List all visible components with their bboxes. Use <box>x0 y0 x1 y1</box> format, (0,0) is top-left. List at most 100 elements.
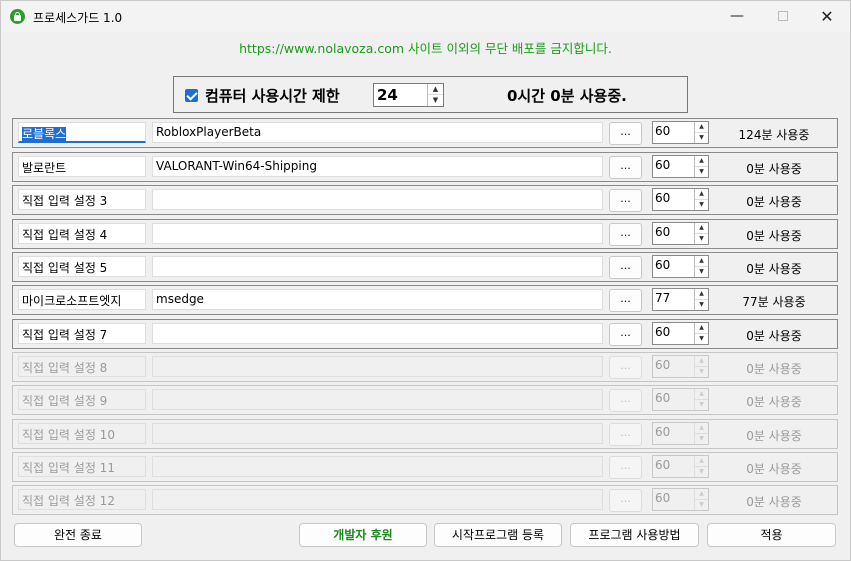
process-row: 발로란트 VALORANT-Win64-Shipping... 60 ▲ ▼ 0분 사용중 <box>12 152 838 182</box>
hours-stepper[interactable]: 24 ▲ ▼ <box>373 83 444 107</box>
minutes-up-arrow-icon: ▲ <box>695 423 708 434</box>
minutes-stepper[interactable]: 60 ▲ ▼ <box>652 322 709 345</box>
minutes-down-arrow-icon[interactable]: ▼ <box>695 267 708 278</box>
maximize-icon <box>778 11 788 21</box>
process-name-input <box>152 389 603 410</box>
developer-support-button[interactable]: 개발자 후원 <box>299 523 427 547</box>
minutes-value: 60 <box>655 358 671 372</box>
process-row: 직접 입력 설정 11... 60 ▲ ▼ 0분 사용중 <box>12 452 838 482</box>
process-row: 직접 입력 설정 8... 60 ▲ ▼ 0분 사용중 <box>12 352 838 382</box>
browse-button[interactable]: ... <box>609 122 642 145</box>
process-name-input[interactable] <box>152 323 603 344</box>
display-name-input[interactable]: 마이크로소프트엣지 <box>18 289 146 310</box>
minutes-stepper[interactable]: 60 ▲ ▼ <box>652 255 709 278</box>
minutes-stepper[interactable]: 60 ▲ ▼ <box>652 222 709 245</box>
browse-button[interactable]: ... <box>609 256 642 279</box>
process-name-input[interactable]: VALORANT-Win64-Shipping <box>152 156 603 177</box>
minutes-value[interactable]: 77 <box>655 291 670 305</box>
minutes-stepper[interactable]: 60 ▲ ▼ <box>652 188 709 211</box>
display-name-input[interactable]: 직접 입력 설정 7 <box>18 323 146 344</box>
distribution-notice: https://www.nolavoza.com 사이트 이외의 무단 배포를 … <box>239 41 612 56</box>
minutes-down-arrow-icon[interactable]: ▼ <box>695 300 708 311</box>
minutes-stepper: 60 ▲ ▼ <box>652 388 709 411</box>
time-limit-checkbox[interactable] <box>185 89 198 102</box>
browse-button: ... <box>609 489 642 512</box>
how-to-use-button[interactable]: 프로그램 사용방법 <box>570 523 699 547</box>
process-row: 직접 입력 설정 5... 60 ▲ ▼ 0분 사용중 <box>12 252 838 282</box>
process-row: 직접 입력 설정 12... 60 ▲ ▼ 0분 사용중 <box>12 485 838 515</box>
browse-button[interactable]: ... <box>609 156 642 179</box>
minutes-stepper: 60 ▲ ▼ <box>652 488 709 511</box>
process-name-input[interactable]: RobloxPlayerBeta <box>152 122 603 143</box>
process-row: 로블록스 RobloxPlayerBeta... 60 ▲ ▼ 124분 사용중 <box>12 118 838 148</box>
minutes-down-arrow-icon[interactable]: ▼ <box>695 200 708 211</box>
display-name-input[interactable]: 직접 입력 설정 3 <box>18 189 146 210</box>
browse-button[interactable]: ... <box>609 289 642 312</box>
minutes-stepper: 60 ▲ ▼ <box>652 455 709 478</box>
hours-value[interactable]: 24 <box>377 86 398 104</box>
minutes-up-arrow-icon[interactable]: ▲ <box>695 289 708 300</box>
minutes-stepper[interactable]: 60 ▲ ▼ <box>652 121 709 144</box>
minutes-stepper: 60 ▲ ▼ <box>652 422 709 445</box>
process-name-input[interactable] <box>152 256 603 277</box>
minutes-stepper[interactable]: 60 ▲ ▼ <box>652 155 709 178</box>
app-window: 프로세스가드 1.0 — ✕ https://www.nolavoza.com … <box>0 0 851 561</box>
browse-button[interactable]: ... <box>609 223 642 246</box>
display-name-input[interactable]: 직접 입력 설정 5 <box>18 256 146 277</box>
minutes-value[interactable]: 60 <box>655 325 670 339</box>
minutes-up-arrow-icon: ▲ <box>695 389 708 400</box>
process-name-input[interactable] <box>152 223 603 244</box>
usage-text: 0분 사용중 <box>746 362 802 376</box>
usage-text: 0분 사용중 <box>746 495 802 509</box>
minutes-down-arrow-icon: ▼ <box>699 467 704 475</box>
process-name-input <box>152 489 603 510</box>
hours-up-arrow-icon[interactable]: ▲ <box>428 84 443 95</box>
register-startup-button[interactable]: 시작프로그램 등록 <box>434 523 562 547</box>
usage-text: 0분 사용중 <box>746 262 802 276</box>
browse-button[interactable]: ... <box>609 323 642 346</box>
minutes-up-arrow-icon[interactable]: ▲ <box>695 223 708 234</box>
minutes-down-arrow-icon[interactable]: ▼ <box>695 133 708 144</box>
display-name-input[interactable]: 발로란트 <box>18 156 146 177</box>
minutes-up-arrow-icon[interactable]: ▲ <box>695 323 708 334</box>
minutes-up-arrow-icon[interactable]: ▲ <box>695 256 708 267</box>
minutes-value[interactable]: 60 <box>655 225 670 239</box>
display-name-input[interactable]: 로블록스 <box>18 122 146 143</box>
process-name-input[interactable] <box>152 189 603 210</box>
minutes-value: 60 <box>655 425 671 439</box>
apply-button[interactable]: 적용 <box>707 523 836 547</box>
close-button[interactable]: ✕ <box>804 1 850 32</box>
minutes-down-arrow-icon: ▼ <box>699 400 704 408</box>
minutes-value[interactable]: 60 <box>655 191 670 205</box>
browse-button: ... <box>609 356 642 379</box>
hours-down-arrow-icon[interactable]: ▼ <box>428 95 443 106</box>
process-name-input[interactable]: msedge <box>152 289 603 310</box>
usage-text: 77분 사용중 <box>742 295 806 309</box>
minutes-down-arrow-icon[interactable]: ▼ <box>695 234 708 245</box>
minutes-down-arrow-icon[interactable]: ▼ <box>695 167 708 178</box>
usage-text: 0분 사용중 <box>746 162 802 176</box>
display-name-input[interactable]: 직접 입력 설정 4 <box>18 223 146 244</box>
browse-button: ... <box>609 389 642 412</box>
process-row: 직접 입력 설정 9... 60 ▲ ▼ 0분 사용중 <box>12 385 838 415</box>
minutes-value: 60 <box>655 491 671 505</box>
minutes-up-arrow-icon[interactable]: ▲ <box>695 122 708 133</box>
minutes-up-arrow-icon[interactable]: ▲ <box>695 189 708 200</box>
minutes-value[interactable]: 60 <box>655 258 670 272</box>
display-name-input: 직접 입력 설정 11 <box>18 456 146 477</box>
process-row: 직접 입력 설정 3... 60 ▲ ▼ 0분 사용중 <box>12 185 838 215</box>
minutes-up-arrow-icon: ▲ <box>695 356 708 367</box>
minutes-up-arrow-icon[interactable]: ▲ <box>695 156 708 167</box>
total-usage-text: 0시간 0분 사용중. <box>507 87 627 105</box>
usage-text: 0분 사용중 <box>746 462 802 476</box>
process-name-input <box>152 356 603 377</box>
minutes-value[interactable]: 60 <box>655 158 670 172</box>
browse-button[interactable]: ... <box>609 189 642 212</box>
display-name-input: 직접 입력 설정 9 <box>18 389 146 410</box>
full-exit-button[interactable]: 완전 종료 <box>14 523 142 547</box>
minutes-down-arrow-icon[interactable]: ▼ <box>695 334 708 345</box>
minutes-stepper[interactable]: 77 ▲ ▼ <box>652 288 709 311</box>
minutes-value: 60 <box>655 391 671 405</box>
minutes-value[interactable]: 60 <box>655 124 670 138</box>
minimize-button[interactable]: — <box>714 1 760 32</box>
